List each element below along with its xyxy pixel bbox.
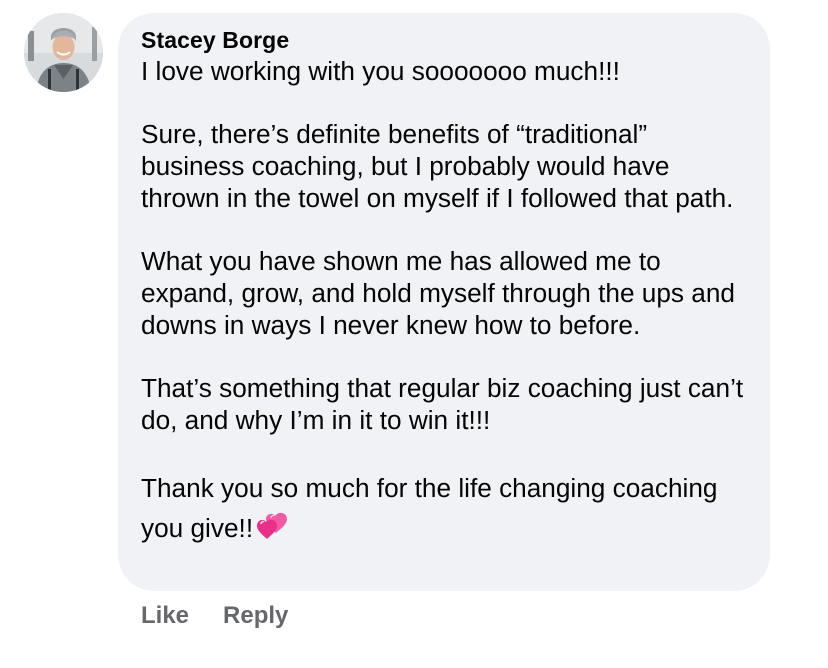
comment-bubble: Stacey Borge I love working with you soo… [118, 13, 770, 591]
comment-paragraph-text: Thank you so much for the life changing … [141, 473, 718, 544]
profile-photo-icon [24, 13, 103, 92]
comment-paragraph: What you have shown me has allowed me to… [141, 246, 735, 340]
avatar[interactable] [24, 13, 103, 92]
comment-paragraph-last: Thank you so much for the life changing … [141, 468, 748, 548]
like-button[interactable]: Like [141, 602, 189, 630]
comment-author[interactable]: Stacey Borge [141, 26, 748, 54]
comment-paragraph: Sure, there’s definite benefits of “trad… [141, 119, 734, 213]
two-hearts-icon [255, 511, 289, 541]
comment-paragraph: I love working with you sooooooo much!!! [141, 56, 620, 86]
comment-paragraph: That’s something that regular biz coachi… [141, 372, 744, 435]
reply-button[interactable]: Reply [223, 602, 288, 630]
comment-body: I love working with you sooooooo much!!!… [141, 56, 748, 548]
comment-actions: Like Reply [141, 602, 288, 630]
